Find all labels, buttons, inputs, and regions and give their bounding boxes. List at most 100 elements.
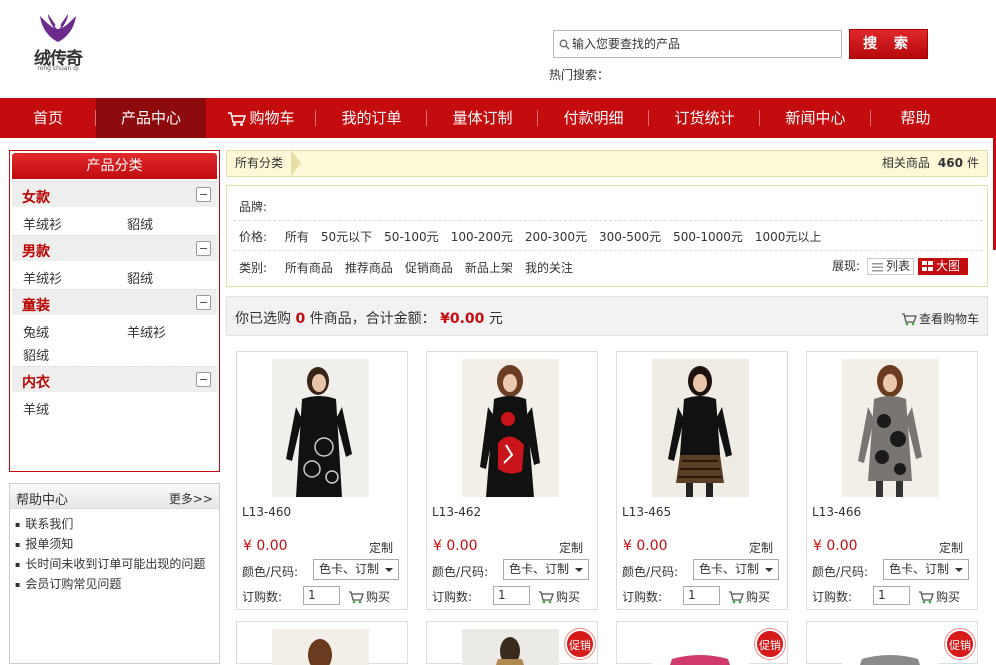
breadcrumb-all[interactable]: 所有分类 xyxy=(227,151,291,176)
summary-amount: ¥0.00 xyxy=(440,311,485,327)
view-list-button[interactable]: 列表 xyxy=(867,258,914,275)
category-link[interactable]: 貂绒 xyxy=(23,345,49,364)
product-image[interactable] xyxy=(462,359,559,497)
product-code[interactable]: L13-462 xyxy=(432,505,481,519)
nav-home[interactable]: 首页 xyxy=(0,98,96,138)
product-photo-icon xyxy=(272,629,369,665)
help-more-link[interactable]: 更多>> xyxy=(169,490,213,507)
nav-news[interactable]: 新闻中心 xyxy=(760,98,871,138)
qty-input[interactable]: 1 xyxy=(303,586,340,605)
product-image[interactable] xyxy=(462,629,559,665)
view-grid-button[interactable]: 大图 xyxy=(918,258,968,275)
filter-price-label: 价格: xyxy=(239,230,268,244)
category-link[interactable]: 兔绒 xyxy=(23,322,49,341)
product-image[interactable] xyxy=(272,629,369,665)
help-item[interactable]: 长时间未收到订单可能出现的问题 xyxy=(15,554,205,574)
price-option[interactable]: 所有 xyxy=(285,230,309,244)
nav-custom[interactable]: 量体订制 xyxy=(427,98,538,138)
header: 绒传奇 rong chuan qi 搜 索 热门搜索： xyxy=(0,0,996,98)
color-size-select[interactable]: 色卡、订制 xyxy=(693,559,779,580)
product-image[interactable] xyxy=(842,629,939,665)
type-option[interactable]: 推荐商品 xyxy=(345,261,393,275)
product-code[interactable]: L13-466 xyxy=(812,505,861,519)
type-option[interactable]: 新品上架 xyxy=(465,261,513,275)
category-group-underwear[interactable]: 内衣 xyxy=(12,366,217,392)
result-count-unit: 件 xyxy=(966,156,979,170)
product-image[interactable] xyxy=(652,359,749,497)
filter-brand-row: 品牌: xyxy=(239,198,279,215)
category-link[interactable]: 羊绒衫 xyxy=(23,268,62,287)
promo-badge: 促销 xyxy=(755,629,785,659)
help-panel: 帮助中心 更多>> 联系我们 报单须知 长时间未收到订单可能出现的问题 会员订购… xyxy=(9,483,220,664)
collapse-icon[interactable] xyxy=(196,241,211,256)
nav-cart[interactable]: 购物车 xyxy=(206,98,316,138)
category-group-label: 内衣 xyxy=(22,375,50,391)
qty-input[interactable]: 1 xyxy=(493,586,530,605)
category-link[interactable]: 貂绒 xyxy=(127,214,153,233)
price-option[interactable]: 500-1000元 xyxy=(673,230,743,244)
collapse-icon[interactable] xyxy=(196,372,211,387)
main-nav: 首页 产品中心 购物车 我的订单 量体订制 付款明细 订货统计 新闻中心 帮助 xyxy=(0,98,996,138)
breadcrumb-arrow-icon xyxy=(291,150,301,176)
qty-input[interactable]: 1 xyxy=(873,586,910,605)
help-item[interactable]: 会员订购常见问题 xyxy=(15,574,205,594)
buy-button[interactable]: 购买 xyxy=(918,588,960,605)
search-button[interactable]: 搜 索 xyxy=(849,29,928,59)
logo-wings-icon xyxy=(40,14,76,42)
qty-input[interactable]: 1 xyxy=(683,586,720,605)
nav-help[interactable]: 帮助 xyxy=(871,98,960,138)
buy-button[interactable]: 购买 xyxy=(538,588,580,605)
type-option[interactable]: 所有商品 xyxy=(285,261,333,275)
product-image[interactable] xyxy=(652,629,749,665)
product-price: ¥ 0.00 xyxy=(813,538,858,554)
qty-label: 订购数: xyxy=(242,590,283,604)
buy-label: 购买 xyxy=(936,590,961,604)
category-link[interactable]: 貂绒 xyxy=(127,268,153,287)
color-size-select[interactable]: 色卡、订制 xyxy=(883,559,969,580)
product-card: 促销 xyxy=(426,621,598,665)
color-size-select[interactable]: 色卡、订制 xyxy=(313,559,399,580)
result-count-label: 相关商品 xyxy=(881,156,930,170)
price-option[interactable]: 50元以下 xyxy=(321,230,372,244)
type-option[interactable]: 我的关注 xyxy=(525,261,573,275)
category-group-men[interactable]: 男款 xyxy=(12,235,217,261)
nav-payments[interactable]: 付款明细 xyxy=(538,98,649,138)
buy-button[interactable]: 购买 xyxy=(728,588,770,605)
product-image[interactable] xyxy=(272,359,369,497)
category-link[interactable]: 羊绒衫 xyxy=(127,322,166,341)
nav-orders[interactable]: 我的订单 xyxy=(316,98,427,138)
buy-button[interactable]: 购买 xyxy=(348,588,390,605)
filter-price-row: 价格: 所有 50元以下 50-100元 100-200元 200-300元 300-50… xyxy=(239,228,833,245)
nav-stats[interactable]: 订货统计 xyxy=(649,98,760,138)
price-option[interactable]: 300-500元 xyxy=(599,230,661,244)
nav-label: 付款明细 xyxy=(563,109,624,127)
type-option[interactable]: 促销商品 xyxy=(405,261,453,275)
price-option[interactable]: 50-100元 xyxy=(384,230,439,244)
product-card: L13-466 ¥ 0.00 定制 颜色/尺码: 色卡、订制 订购数: 1 购买 xyxy=(806,351,978,610)
product-code[interactable]: L13-465 xyxy=(622,505,671,519)
collapse-icon[interactable] xyxy=(196,187,211,202)
logo[interactable]: 绒传奇 rong chuan qi xyxy=(28,12,88,74)
category-group-kids[interactable]: 童装 xyxy=(12,289,217,315)
product-custom-label: 定制 xyxy=(558,541,583,555)
category-link[interactable]: 羊绒 xyxy=(23,399,49,418)
promo-badge: 促销 xyxy=(945,629,975,659)
promo-badge: 促销 xyxy=(565,629,595,659)
view-cart-link[interactable]: 查看购物车 xyxy=(901,310,979,327)
category-group-women[interactable]: 女款 xyxy=(12,181,217,207)
color-size-select[interactable]: 色卡、订制 xyxy=(503,559,589,580)
summary-prefix: 你已选购 xyxy=(235,311,291,327)
collapse-icon[interactable] xyxy=(196,295,211,310)
help-item[interactable]: 联系我们 xyxy=(15,514,205,534)
product-image[interactable] xyxy=(842,359,939,497)
product-card: 促销 xyxy=(616,621,788,665)
search-input[interactable] xyxy=(572,31,840,57)
product-code[interactable]: L13-460 xyxy=(242,505,291,519)
nav-products[interactable]: 产品中心 xyxy=(96,98,206,138)
price-option[interactable]: 1000元以上 xyxy=(755,230,822,244)
help-item[interactable]: 报单须知 xyxy=(15,534,205,554)
price-option[interactable]: 100-200元 xyxy=(451,230,513,244)
category-group-label: 男款 xyxy=(22,244,50,260)
category-link[interactable]: 羊绒衫 xyxy=(23,214,62,233)
price-option[interactable]: 200-300元 xyxy=(525,230,587,244)
